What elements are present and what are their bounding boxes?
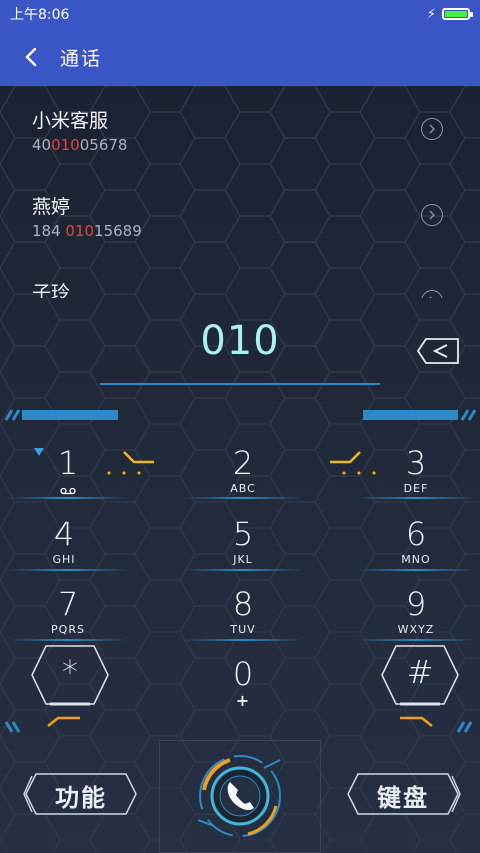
dialed-number: 010 [200, 318, 280, 364]
voicemail-icon [60, 487, 76, 495]
function-button[interactable]: 功能 [22, 770, 140, 818]
key-digit: 0 [232, 655, 254, 693]
key-letters: MNO [401, 553, 431, 566]
page-title: 通话 [60, 47, 103, 70]
contact-detail-button[interactable] [421, 118, 443, 140]
contact-row[interactable]: 燕婷 184 01015689 [0, 172, 480, 258]
key-digit: 8 [232, 585, 254, 623]
chevron-left-icon [25, 47, 37, 67]
keypad-top-decoration [4, 409, 477, 421]
key-letters: PQRS [51, 623, 85, 636]
key-letters: DEF [403, 482, 429, 495]
contact-name: 小米客服 [32, 110, 109, 132]
dialed-number-underline [100, 383, 380, 385]
function-label: 功能 [55, 784, 107, 812]
key-digit: 6 [405, 515, 427, 553]
key-digit: 7 [57, 585, 79, 623]
contact-list: 小米客服 4001005678 燕婷 184 01015689 子玲 [0, 86, 480, 298]
contact-name: 子玲 [32, 282, 71, 298]
keyboard-button[interactable]: 键盘 [344, 770, 462, 818]
contact-detail-button[interactable] [421, 290, 443, 298]
key-digit: * [62, 653, 78, 691]
key-digit: 2 [232, 444, 254, 482]
key-digit: 5 [232, 515, 254, 553]
key-letters: + [235, 691, 251, 710]
row-divider [8, 569, 476, 571]
key-digit: # [406, 653, 434, 691]
chevron-right-icon [429, 210, 435, 220]
contact-row[interactable]: 小米客服 4001005678 [0, 86, 480, 172]
call-button[interactable] [190, 750, 290, 842]
key-letters: JKL [233, 553, 253, 566]
key-star[interactable]: * [10, 655, 130, 715]
contact-number: 4001005678 [32, 136, 128, 154]
row-divider [8, 639, 476, 641]
battery-icon [442, 8, 473, 20]
key-digit: 3 [405, 444, 427, 482]
key-digit: 4 [53, 515, 75, 553]
status-time: 上午8:06 [10, 7, 70, 23]
key-hash[interactable]: # [360, 655, 480, 715]
status-bar: 上午8:06 ⚡ [0, 0, 480, 28]
app-bar: 通话 [0, 28, 480, 86]
contact-number: 184 01015689 [32, 222, 142, 240]
contact-detail-button[interactable] [421, 204, 443, 226]
contact-row[interactable]: 子玲 [0, 258, 480, 298]
back-button[interactable] [18, 44, 44, 70]
chevron-right-icon [429, 296, 432, 298]
key-letters: GHI [52, 553, 76, 566]
chevron-right-icon [429, 124, 435, 134]
keyboard-label: 键盘 [377, 784, 429, 812]
row-divider [8, 497, 476, 499]
keypad-bottom-decoration [4, 716, 473, 733]
key-letters: TUV [230, 623, 256, 636]
key-letters: WXYZ [397, 623, 435, 636]
contact-name: 燕婷 [32, 196, 71, 218]
key-digit: 9 [405, 585, 427, 623]
backspace-button[interactable] [416, 337, 460, 365]
bolt-icon: ⚡ [426, 6, 436, 22]
key-0[interactable]: 0 + [183, 657, 303, 717]
key-letters: ABC [230, 482, 256, 495]
key-digit: 1 [57, 444, 79, 482]
status-icons: ⚡ [426, 6, 473, 22]
